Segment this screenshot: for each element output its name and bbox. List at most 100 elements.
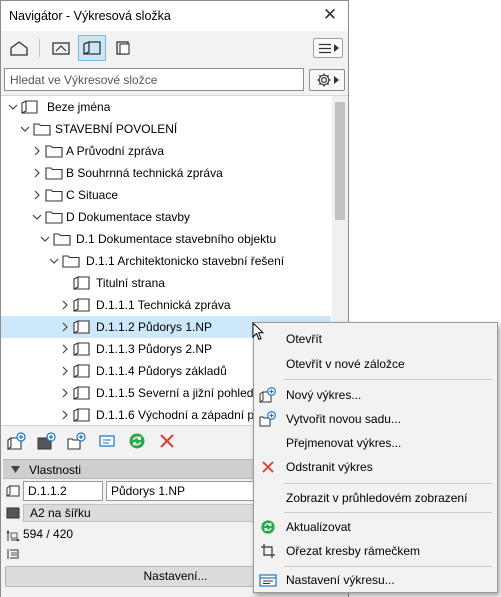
layout-book-icon (83, 41, 101, 55)
layout-icon (73, 386, 91, 400)
folder-icon (53, 232, 71, 246)
menu-item-label: Nastavení výkresu... (286, 573, 395, 587)
project-map-icon (10, 41, 28, 56)
menu-item-delete[interactable]: Odstranit výkres (254, 455, 497, 479)
toolbar-separator (39, 39, 40, 57)
new-master-layout-button[interactable] (36, 430, 58, 452)
tree-item[interactable]: STAVEBNÍ POVOLENÍ (1, 118, 331, 140)
chevron-right-icon[interactable] (59, 321, 71, 333)
tree-item[interactable]: Beze jména (1, 96, 331, 118)
tree-item[interactable]: C Situace (1, 184, 331, 206)
chevron-right-icon[interactable] (31, 145, 43, 157)
tree-item-label: D.1.1.3 Půdorys 2.NP (96, 342, 213, 356)
layout-settings-button[interactable] (96, 430, 118, 452)
gear-icon (317, 73, 330, 87)
tree-item-label: D.1.1.2 Půdorys 1.NP (96, 320, 213, 334)
menu-item-layout-settings[interactable]: Nastavení výkresu... (254, 568, 497, 592)
chevron-right-icon[interactable] (59, 343, 71, 355)
tree-item-label: STAVEBNÍ POVOLENÍ (55, 122, 178, 136)
chevron-down-icon[interactable] (31, 211, 43, 223)
search-input[interactable] (4, 68, 304, 91)
menu-separator (284, 512, 492, 513)
layout-settings-icon (259, 571, 277, 589)
project-map-button[interactable] (5, 35, 33, 61)
layout-icon (73, 276, 91, 290)
tree-item[interactable]: D.1 Dokumentace stavebního objektu (1, 228, 331, 250)
scrollbar-thumb[interactable] (335, 102, 345, 220)
delete-button[interactable] (156, 430, 178, 452)
chevron-right-icon[interactable] (59, 365, 71, 377)
chevron-right-icon[interactable] (59, 299, 71, 311)
layout-icon (73, 320, 91, 334)
tree-item[interactable]: B Souhrnná technická zpráva (1, 162, 331, 184)
new-master-layout-icon (37, 432, 56, 450)
menu-item-label: Vytvořit novou sadu... (286, 412, 401, 426)
menu-item-new-subset[interactable]: Vytvořit novou sadu... (254, 407, 497, 431)
menu-item-open-new-tab[interactable]: Otevřít v nové záložce (254, 352, 497, 376)
folder-icon (45, 166, 63, 180)
chevron-right-icon[interactable] (31, 167, 43, 179)
search-options-button[interactable] (309, 69, 345, 91)
layout-id-field[interactable]: D.1.1.2 (23, 481, 103, 501)
chevron-down-icon[interactable] (19, 123, 31, 135)
menu-separator (284, 379, 492, 380)
publisher-sets-button[interactable] (109, 35, 137, 61)
new-layout-icon (7, 432, 26, 450)
layout-icon (73, 364, 91, 378)
tree-item[interactable]: A Průvodní zpráva (1, 140, 331, 162)
tree-item[interactable]: Titulní strana (1, 272, 331, 294)
tree-item-label: Titulní strana (96, 276, 165, 290)
new-layout-button[interactable] (6, 430, 28, 452)
tree-item-label: D.1 Dokumentace stavebního objektu (76, 232, 277, 246)
chevron-right-icon[interactable] (31, 189, 43, 201)
menu-item-label: Otevřít v nové záložce (286, 357, 405, 371)
new-subset-icon (259, 410, 277, 428)
update-icon (259, 518, 277, 536)
menu-item-update[interactable]: Aktualizovat (254, 515, 497, 539)
tree-item[interactable]: D.1.1.1 Technická zpráva (1, 294, 331, 316)
tree-item-label: D.1.1.1 Technická zpráva (96, 298, 231, 312)
tree-item[interactable]: D.1.1 Architektonicko stavební řešení (1, 250, 331, 272)
chevron-right-icon[interactable] (59, 409, 71, 421)
menu-button[interactable] (313, 38, 343, 58)
menu-item-show-trace[interactable]: Zobrazit v průhledovém zobrazení (254, 486, 497, 510)
layout-book-icon (21, 100, 39, 114)
crop-icon (259, 542, 277, 560)
layout-book-button[interactable] (78, 35, 106, 61)
collapse-triangle-icon[interactable] (11, 466, 20, 473)
update-button[interactable] (126, 430, 148, 452)
menu-item-label: Nový výkres... (286, 388, 362, 402)
menu-item-rename[interactable]: Přejmenovat výkres... (254, 431, 497, 455)
close-icon[interactable]: ✕ (319, 4, 341, 26)
tree-item[interactable]: D Dokumentace stavby (1, 206, 331, 228)
chevron-down-icon[interactable] (7, 101, 19, 113)
menu-item-label: Zobrazit v průhledovém zobrazení (286, 491, 468, 505)
mouse-cursor-icon (252, 322, 264, 341)
tree-item-label: B Souhrnná technická zpráva (66, 166, 223, 180)
menu-item-label: Odstranit výkres (286, 460, 373, 474)
menu-item-new-layout[interactable]: Nový výkres... (254, 383, 497, 407)
layout-icon (73, 408, 91, 422)
menu-item-crop-drawings[interactable]: Ořezat kresby rámečkem (254, 539, 497, 563)
new-layout-icon (259, 386, 277, 404)
menu-item-open[interactable]: Otevřít (254, 327, 497, 351)
master-layout-icon (6, 507, 20, 519)
size-icon (6, 530, 20, 542)
navigator-toolbar (1, 31, 348, 65)
menu-item-label: Přejmenovat výkres... (286, 436, 402, 450)
view-map-button[interactable] (47, 35, 75, 61)
folder-icon (45, 188, 63, 202)
chevron-right-icon (333, 44, 339, 52)
folder-icon (62, 254, 80, 268)
new-subset-button[interactable] (66, 430, 88, 452)
tree-item-label: D.1.1 Architektonicko stavební řešení (86, 254, 285, 268)
layout-id-icon (6, 485, 20, 497)
menu-separator (284, 566, 492, 567)
chevron-down-icon[interactable] (39, 233, 51, 245)
update-icon (129, 433, 145, 449)
folder-icon (45, 210, 63, 224)
chevron-down-icon[interactable] (48, 255, 60, 267)
tree-item-label: C Situace (66, 188, 119, 202)
chevron-right-icon[interactable] (59, 387, 71, 399)
search-row (1, 65, 348, 95)
